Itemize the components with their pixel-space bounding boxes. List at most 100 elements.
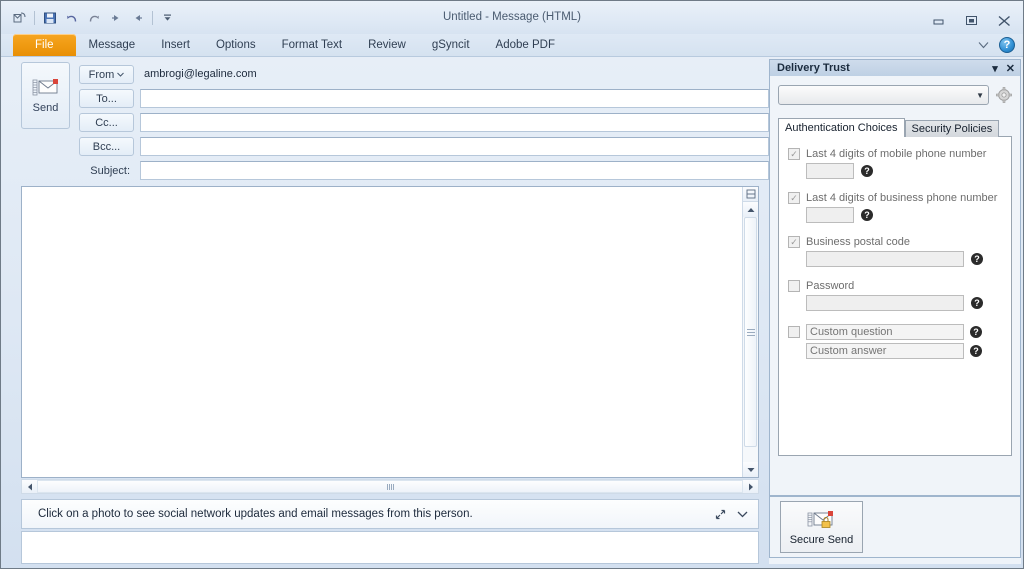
ribbon-tab-format-text[interactable]: Format Text <box>269 34 356 56</box>
message-body-input[interactable] <box>22 187 742 477</box>
from-button[interactable]: From <box>79 65 134 84</box>
chevron-down-icon[interactable] <box>737 510 748 518</box>
recipient-fields: From ambrogi@legaline.com To... Cc... Bc… <box>79 65 769 185</box>
help-icon-mobile-phone[interactable]: ? <box>861 165 873 177</box>
auth-option-mobile-phone[interactable]: Last 4 digits of mobile phone number <box>788 148 1002 160</box>
auth-input-row-mobile-phone: ? <box>806 163 1002 179</box>
hscroll-thumb[interactable] <box>37 480 743 493</box>
ribbon-tab-insert[interactable]: Insert <box>148 34 203 56</box>
message-header-area: Send From ambrogi@legaline.com To... Cc.… <box>7 59 769 184</box>
scroll-down-button[interactable] <box>743 462 758 477</box>
chevron-down-icon <box>117 72 125 77</box>
auth-option-postal-code[interactable]: Business postal code <box>788 236 1002 248</box>
panel-title-actions: ▾ ✕ <box>992 62 1015 75</box>
secure-send-label: Secure Send <box>789 533 854 546</box>
delivery-trust-body: ▼ Authentication Choices Security Polici… <box>769 76 1021 496</box>
input-custom-answer[interactable] <box>806 343 964 359</box>
panel-close-icon[interactable]: ✕ <box>1006 62 1015 75</box>
minimize-button[interactable] <box>925 12 952 29</box>
ribbon-tab-adobe-pdf[interactable]: Adobe PDF <box>483 34 568 56</box>
hscroll-track[interactable] <box>37 480 743 493</box>
delivery-trust-tabs: Authentication Choices Security Policies <box>770 105 1020 137</box>
scroll-grip <box>746 327 755 338</box>
customize-qat-icon[interactable] <box>158 8 177 27</box>
cc-input[interactable] <box>140 113 769 132</box>
checkbox-mobile-phone[interactable] <box>788 148 800 160</box>
send-envelope-icon <box>32 79 58 96</box>
checkbox-business-phone[interactable] <box>788 192 800 204</box>
scroll-right-button[interactable] <box>743 480 758 493</box>
help-icon-password[interactable]: ? <box>971 297 983 309</box>
panel-minimize-icon[interactable]: ▾ <box>992 62 998 75</box>
delivery-trust-title-bar: Delivery Trust ▾ ✕ <box>769 59 1021 76</box>
ribbon-tab-review[interactable]: Review <box>355 34 419 56</box>
input-custom-question[interactable] <box>806 324 964 340</box>
help-icon-custom-question[interactable]: ? <box>970 326 982 338</box>
cc-row: Cc... <box>79 113 769 132</box>
tab-security-policies[interactable]: Security Policies <box>904 120 1000 137</box>
close-button[interactable] <box>991 12 1018 29</box>
collapse-ribbon-icon[interactable] <box>977 39 990 51</box>
ribbon-tab-options[interactable]: Options <box>203 34 269 56</box>
to-row: To... <box>79 89 769 108</box>
profile-select[interactable]: ▼ <box>778 85 989 105</box>
ribbon-tab-message[interactable]: Message <box>76 34 149 56</box>
auth-option-business-phone[interactable]: Last 4 digits of business phone number <box>788 192 1002 204</box>
auth-option-password[interactable]: Password <box>788 280 1002 292</box>
save-icon[interactable] <box>40 8 59 27</box>
qat-separator <box>34 10 35 25</box>
input-password[interactable] <box>806 295 964 311</box>
undo-icon[interactable] <box>62 8 81 27</box>
scroll-left-button[interactable] <box>22 480 37 493</box>
authentication-choices-panel: Last 4 digits of mobile phone number ? L… <box>778 136 1012 456</box>
help-icon-business-phone[interactable]: ? <box>861 209 873 221</box>
from-button-label: From <box>88 68 115 81</box>
chevron-down-icon: ▼ <box>976 90 984 100</box>
split-window-button[interactable] <box>743 187 758 202</box>
expand-icon[interactable] <box>715 509 726 520</box>
from-row: From ambrogi@legaline.com <box>79 65 769 84</box>
next-item-icon[interactable] <box>128 8 147 27</box>
to-button[interactable]: To... <box>79 89 134 108</box>
outlook-compose-window: Untitled - Message (HTML) File Message I… <box>0 0 1024 569</box>
help-icon[interactable]: ? <box>999 37 1015 53</box>
to-input[interactable] <box>140 89 769 108</box>
ribbon-tab-gsyncit[interactable]: gSyncit <box>419 34 483 56</box>
auth-label-mobile-phone: Last 4 digits of mobile phone number <box>806 148 987 160</box>
cc-button[interactable]: Cc... <box>79 113 134 132</box>
tab-authentication-choices[interactable]: Authentication Choices <box>778 118 905 137</box>
delivery-trust-footer: Secure Send <box>769 496 1021 558</box>
secure-send-button[interactable]: Secure Send <box>780 501 863 553</box>
help-icon-custom-answer[interactable]: ? <box>970 345 982 357</box>
scroll-track[interactable] <box>743 217 758 462</box>
help-icon-postal-code[interactable]: ? <box>971 253 983 265</box>
previous-item-icon[interactable] <box>106 8 125 27</box>
subject-label: Subject: <box>90 164 130 177</box>
input-business-phone[interactable] <box>806 207 854 223</box>
restore-button[interactable] <box>958 12 985 29</box>
auth-label-business-phone: Last 4 digits of business phone number <box>806 192 998 204</box>
scroll-thumb[interactable] <box>744 217 757 447</box>
auth-label-password: Password <box>806 280 855 292</box>
body-horizontal-scrollbar[interactable] <box>21 479 759 494</box>
send-button[interactable]: Send <box>21 62 70 129</box>
checkbox-custom-question[interactable] <box>788 326 800 338</box>
bcc-input[interactable] <box>140 137 769 156</box>
input-mobile-phone[interactable] <box>806 163 854 179</box>
checkbox-password[interactable] <box>788 280 800 292</box>
input-postal-code[interactable] <box>806 251 964 267</box>
gear-icon[interactable] <box>995 87 1012 104</box>
qat-separator-2 <box>152 10 153 25</box>
profile-select-row: ▼ <box>770 76 1020 105</box>
ribbon-tab-file[interactable]: File <box>13 34 76 56</box>
secure-send-envelope-icon <box>807 510 833 528</box>
lock-icon <box>821 520 830 528</box>
scroll-up-button[interactable] <box>743 202 758 217</box>
people-pane[interactable]: Click on a photo to see social network u… <box>21 499 759 529</box>
checkbox-postal-code[interactable] <box>788 236 800 248</box>
bcc-button[interactable]: Bcc... <box>79 137 134 156</box>
redo-icon[interactable] <box>84 8 103 27</box>
body-vertical-scrollbar[interactable] <box>742 187 758 477</box>
subject-input[interactable] <box>140 161 769 180</box>
outlook-icon[interactable] <box>10 8 29 27</box>
